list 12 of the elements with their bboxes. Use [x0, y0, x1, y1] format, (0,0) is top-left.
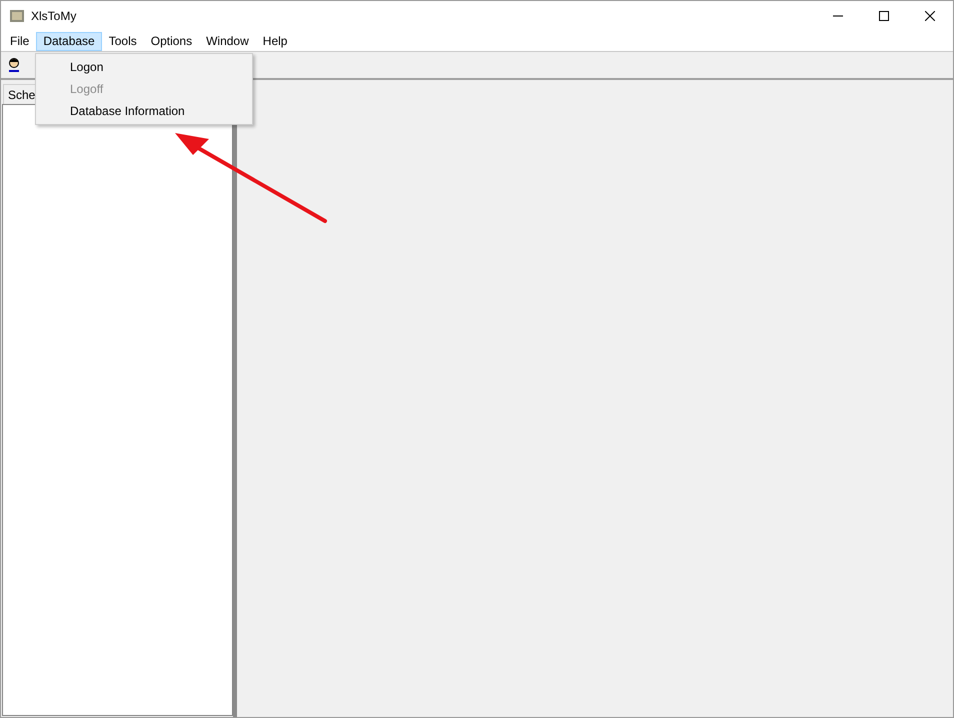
menu-item[interactable]: Window [199, 32, 256, 50]
menu-item[interactable]: File [3, 32, 36, 50]
person-icon[interactable] [7, 57, 21, 73]
window-title: XlsToMy [31, 9, 76, 23]
maximize-icon [879, 11, 889, 21]
menu-option[interactable]: Logon [36, 56, 252, 78]
menu-item[interactable]: Help [256, 32, 294, 50]
app-icon [9, 8, 25, 24]
close-icon [925, 11, 935, 21]
menu-item[interactable]: Database [36, 32, 102, 50]
menu-item[interactable]: Tools [102, 32, 144, 50]
menu-item[interactable]: Options [144, 32, 200, 50]
